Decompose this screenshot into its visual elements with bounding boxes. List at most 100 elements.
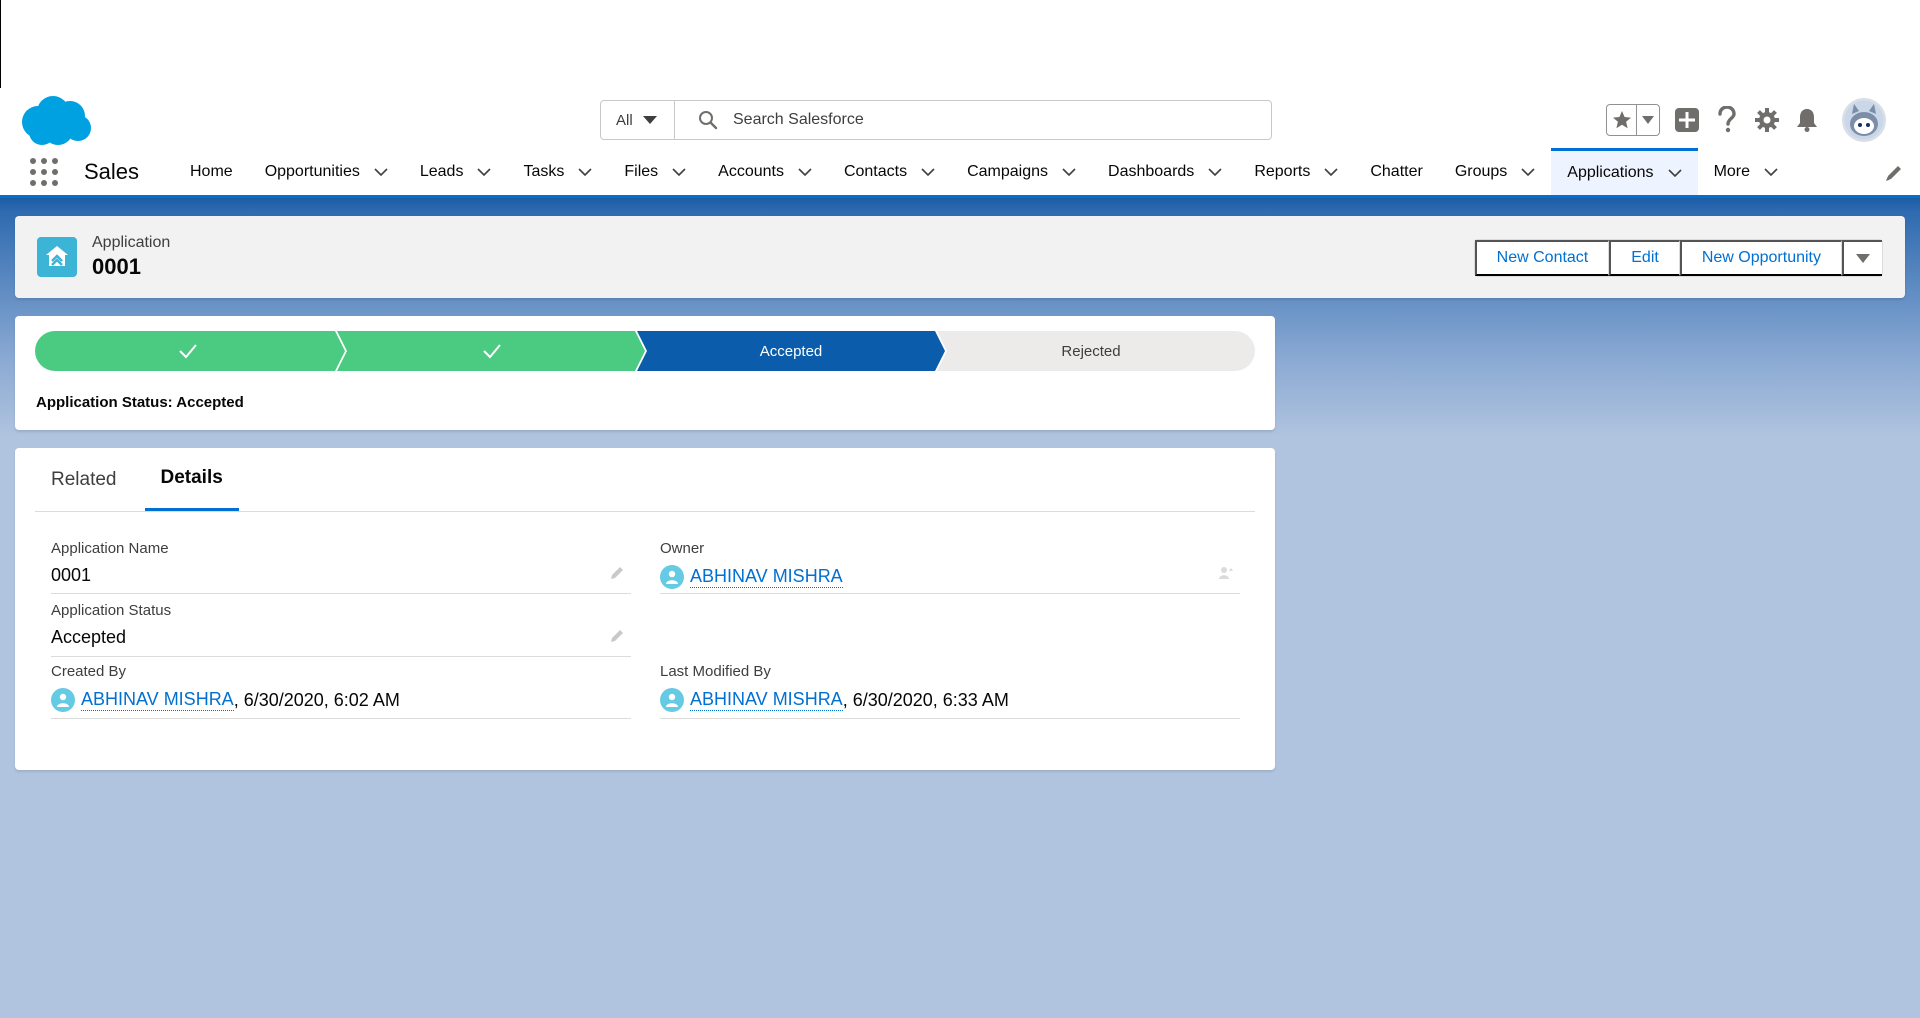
tab-details[interactable]: Details xyxy=(144,448,239,511)
app-navigation-bar: Sales Home Opportunities Leads Tasks Files Ac… xyxy=(0,148,1920,198)
owner-link[interactable]: ABHINAV MISHRA xyxy=(690,566,843,588)
chevron-down-icon[interactable] xyxy=(578,165,592,179)
chevron-down-icon[interactable] xyxy=(798,165,812,179)
nav-item-campaigns[interactable]: Campaigns xyxy=(951,148,1092,195)
tab-related[interactable]: Related xyxy=(35,448,133,511)
chevron-down-icon[interactable] xyxy=(477,165,492,179)
waffle-dot-icon xyxy=(30,168,36,175)
path-step-1[interactable] xyxy=(35,331,345,371)
nav-item-label: Files xyxy=(624,162,659,180)
favorites-list-button[interactable] xyxy=(1637,116,1659,124)
favorites-button[interactable] xyxy=(1607,105,1637,135)
app-launcher-button[interactable] xyxy=(30,157,58,186)
notifications-button[interactable] xyxy=(1794,106,1820,134)
record-title: 0001 xyxy=(92,254,141,279)
path-step-rejected[interactable]: Rejected xyxy=(937,331,1255,371)
path-step-accepted[interactable]: Accepted xyxy=(637,331,945,371)
nav-item-label: Groups xyxy=(1454,162,1508,180)
nav-item-label: Campaigns xyxy=(967,162,1049,180)
last-modified-by-date: , 6/30/2020, 6:33 AM xyxy=(842,689,1009,710)
field-value: ABHINAV MISHRA xyxy=(660,565,1240,589)
help-button[interactable] xyxy=(1714,106,1740,134)
record-header: Application 0001 New Contact Edit New Op… xyxy=(15,216,1905,298)
nav-item-groups[interactable]: Groups xyxy=(1439,148,1551,195)
waffle-dot-icon xyxy=(30,157,36,164)
nav-item-label: Chatter xyxy=(1370,162,1423,180)
chevron-down-icon xyxy=(1856,253,1870,263)
nav-item-label: Dashboards xyxy=(1108,162,1195,180)
search-scope-dropdown[interactable]: All xyxy=(601,101,675,139)
record-object-type: Application xyxy=(92,234,171,251)
chevron-down-icon xyxy=(642,116,657,124)
search-field xyxy=(675,101,1271,139)
application-name-field: Application Name 0001 xyxy=(51,540,631,594)
setup-button[interactable] xyxy=(1754,106,1780,134)
nav-item-more[interactable]: More xyxy=(1698,148,1794,195)
search-input[interactable] xyxy=(733,111,1233,129)
application-record-icon xyxy=(37,237,77,277)
nav-item-reports[interactable]: Reports xyxy=(1238,148,1354,195)
field-label: Last Modified By xyxy=(660,663,771,680)
bell-icon xyxy=(1797,109,1817,132)
chevron-down-icon[interactable] xyxy=(1667,166,1682,180)
pencil-icon[interactable] xyxy=(609,628,625,644)
nav-item-files[interactable]: Files xyxy=(608,148,702,195)
record-actions: New Contact Edit New Opportunity xyxy=(1473,239,1883,277)
header-icons xyxy=(1606,98,1886,142)
pencil-icon[interactable] xyxy=(609,565,625,581)
edit-button[interactable]: Edit xyxy=(1609,240,1680,276)
favorites-group xyxy=(1606,104,1660,136)
global-actions-button[interactable] xyxy=(1674,106,1700,134)
new-opportunity-button[interactable]: New Opportunity xyxy=(1679,240,1842,276)
chevron-down-icon[interactable] xyxy=(672,165,686,179)
chevron-down-icon[interactable] xyxy=(374,165,388,179)
global-search: All xyxy=(600,100,1272,140)
field-value: 0001 xyxy=(51,565,92,585)
application-status-field: Application Status Accepted xyxy=(51,602,631,657)
nav-item-label: Tasks xyxy=(523,162,565,180)
field-label: Application Name xyxy=(51,540,169,557)
chevron-down-icon[interactable] xyxy=(1764,165,1778,179)
nav-item-leads[interactable]: Leads xyxy=(404,148,508,195)
record-tabs: Related Details xyxy=(35,448,1255,512)
search-icon xyxy=(699,111,718,130)
nav-item-opportunities[interactable]: Opportunities xyxy=(249,148,404,195)
new-contact-button[interactable]: New Contact xyxy=(1474,240,1610,276)
created-by-user-link[interactable]: ABHINAV MISHRA xyxy=(81,689,234,711)
path-step-label: Rejected xyxy=(1061,343,1120,360)
chevron-down-icon[interactable] xyxy=(921,165,935,179)
user-icon xyxy=(51,688,75,712)
chevron-down-icon[interactable] xyxy=(1062,165,1076,179)
waffle-dot-icon xyxy=(41,179,47,186)
last-modified-by-user-link[interactable]: ABHINAV MISHRA xyxy=(690,689,843,711)
nav-item-label: More xyxy=(1713,162,1751,180)
nav-item-dashboards[interactable]: Dashboards xyxy=(1092,148,1238,195)
chevron-down-icon[interactable] xyxy=(1521,165,1535,179)
nav-item-label: Reports xyxy=(1254,162,1311,180)
nav-item-label: Home xyxy=(190,162,233,180)
user-icon xyxy=(660,688,684,712)
salesforce-logo-icon[interactable] xyxy=(18,94,94,148)
nav-item-contacts[interactable]: Contacts xyxy=(828,148,951,195)
blank-top-area xyxy=(0,0,1920,92)
nav-item-chatter[interactable]: Chatter xyxy=(1354,148,1438,195)
field-value: ABHINAV MISHRA , 6/30/2020, 6:33 AM xyxy=(660,688,1240,712)
chevron-down-icon[interactable] xyxy=(1208,165,1222,179)
text-cursor xyxy=(0,0,1,88)
nav-item-home[interactable]: Home xyxy=(174,148,249,195)
chevron-down-icon[interactable] xyxy=(1324,165,1338,179)
question-icon xyxy=(1718,106,1736,133)
path-step-label: Accepted xyxy=(760,343,823,360)
waffle-dot-icon xyxy=(41,157,47,164)
edit-nav-icon[interactable] xyxy=(1884,163,1904,183)
more-actions-button[interactable] xyxy=(1842,240,1882,276)
star-icon xyxy=(1612,111,1631,129)
path-step-2[interactable] xyxy=(337,331,645,371)
change-owner-icon[interactable] xyxy=(1218,565,1234,581)
chevron-down-icon xyxy=(1642,116,1654,124)
waffle-dot-icon xyxy=(52,157,58,164)
nav-item-accounts[interactable]: Accounts xyxy=(702,148,828,195)
nav-item-applications[interactable]: Applications xyxy=(1551,148,1698,195)
nav-item-tasks[interactable]: Tasks xyxy=(507,148,608,195)
user-avatar-button[interactable] xyxy=(1842,98,1886,142)
